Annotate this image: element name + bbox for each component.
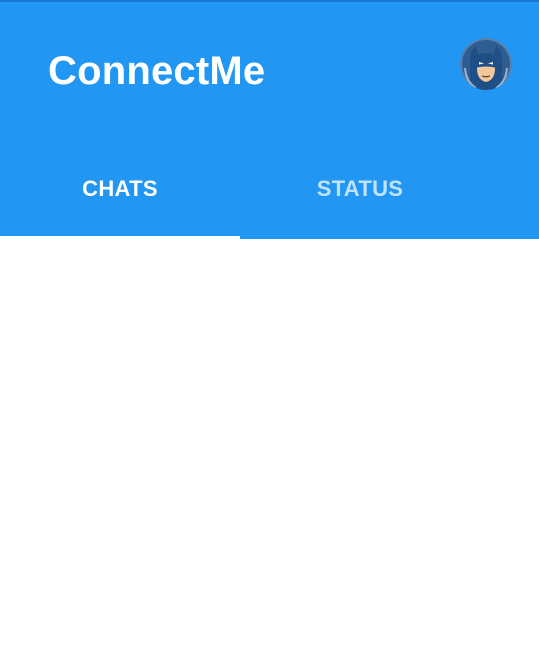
app-title: ConnectMe [48, 49, 266, 93]
app-bar: ConnectMe CHATS STATUS [0, 0, 539, 241]
chats-content-area [0, 239, 539, 663]
profile-avatar-icon[interactable] [460, 38, 512, 90]
tab-chats-label: CHATS [82, 175, 158, 201]
tab-status-label: STATUS [316, 175, 404, 201]
superhero-mask-avatar-icon [460, 38, 512, 90]
tab-chats[interactable]: CHATS [0, 142, 240, 239]
tab-bar: CHATS STATUS [0, 142, 539, 241]
app-screen: ConnectMe CHATS STATUS [0, 0, 539, 663]
tab-status[interactable]: STATUS [240, 142, 480, 239]
